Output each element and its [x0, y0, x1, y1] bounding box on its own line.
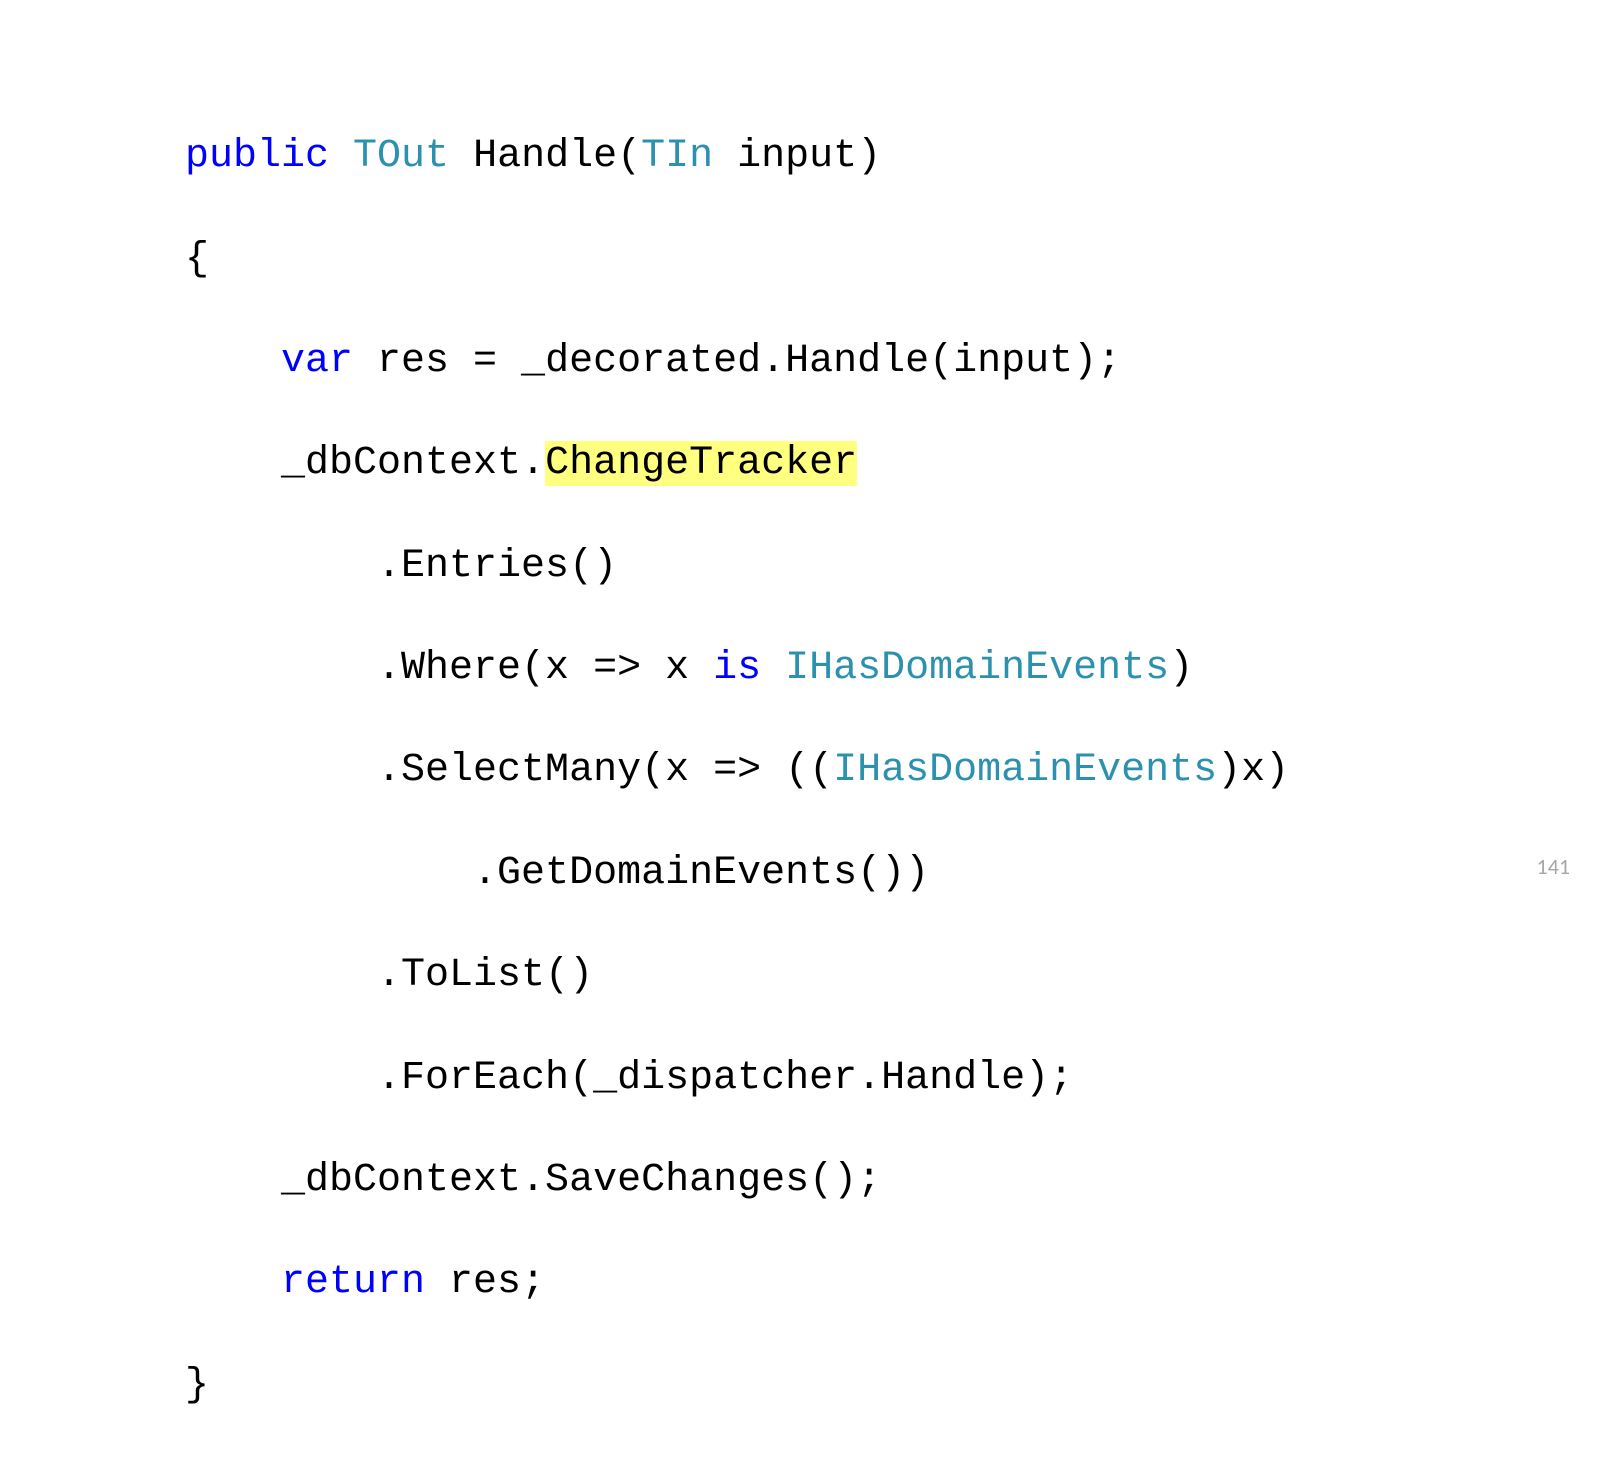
code-line-10: .ForEach(_dispatcher.Handle);: [185, 1053, 1289, 1104]
page-number: 141: [1537, 853, 1570, 880]
type-tout: TOut: [353, 134, 449, 179]
keyword-is: is: [713, 646, 761, 691]
code-line-3: var res = _decorated.Handle(input);: [185, 336, 1289, 387]
method-name: Handle(: [449, 134, 641, 179]
code-line-6: .Where(x => x is IHasDomainEvents): [185, 643, 1289, 694]
code-line-2: {: [185, 234, 1289, 285]
code-line-4: _dbContext.ChangeTracker: [185, 438, 1289, 489]
type-ihasdomainevents-2: IHasDomainEvents: [833, 748, 1217, 793]
code-line-11: _dbContext.SaveChanges();: [185, 1155, 1289, 1206]
code-block: public TOut Handle(TIn input) { var res …: [185, 80, 1289, 1462]
keyword-return: return: [281, 1260, 425, 1305]
code-line-12: return res;: [185, 1257, 1289, 1308]
type-tin: TIn: [641, 134, 713, 179]
keyword-public: public: [185, 134, 329, 179]
type-ihasdomainevents: IHasDomainEvents: [785, 646, 1169, 691]
highlighted-changetracker: ChangeTracker: [545, 441, 857, 486]
code-line-1: public TOut Handle(TIn input): [185, 131, 1289, 182]
code-line-8: .GetDomainEvents()): [185, 848, 1289, 899]
code-line-5: .Entries(): [185, 541, 1289, 592]
keyword-var: var: [281, 339, 353, 384]
code-line-13: }: [185, 1360, 1289, 1411]
code-line-7: .SelectMany(x => ((IHasDomainEvents)x): [185, 745, 1289, 796]
code-line-9: .ToList(): [185, 950, 1289, 1001]
